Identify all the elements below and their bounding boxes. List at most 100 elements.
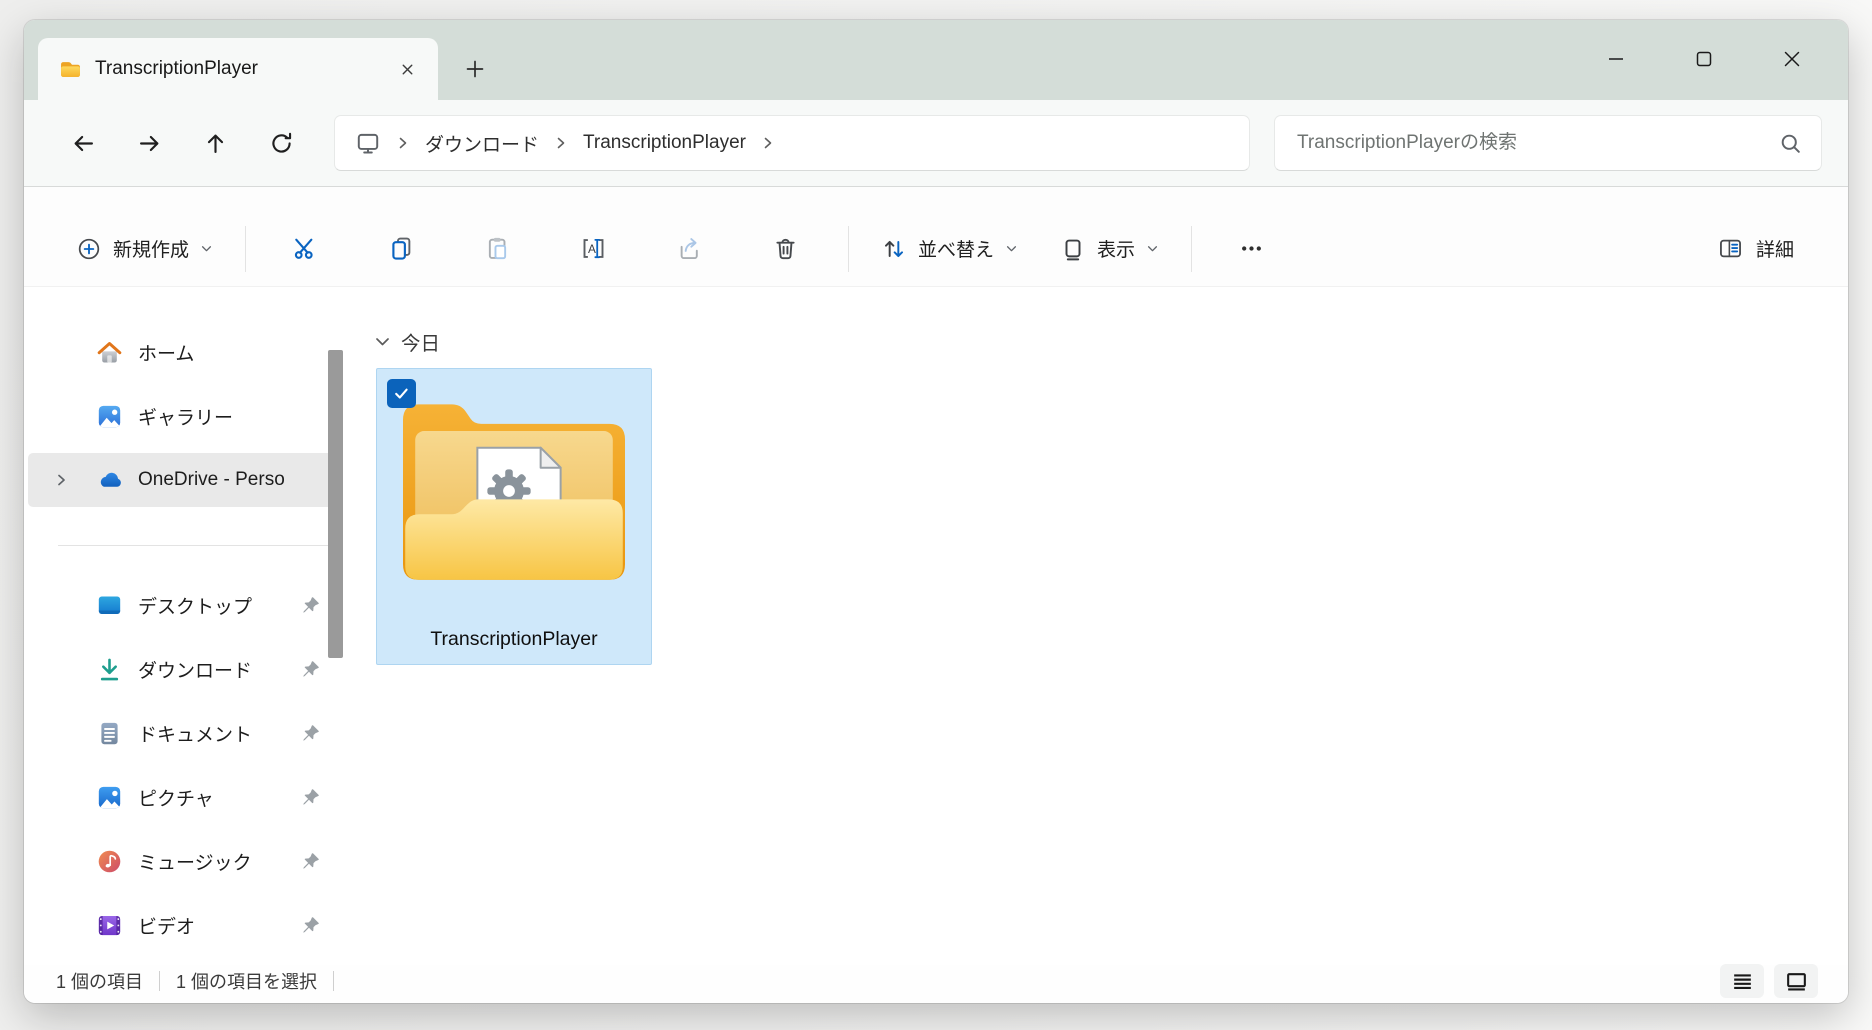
pin-icon bbox=[302, 852, 320, 870]
navigation-pane: ホーム ギャラリー bbox=[24, 287, 364, 965]
view-toggles bbox=[1720, 964, 1818, 998]
more-options-button[interactable] bbox=[1218, 220, 1284, 278]
monitor-icon bbox=[355, 130, 381, 156]
address-bar[interactable]: ダウンロード TranscriptionPlayer bbox=[334, 115, 1250, 171]
cut-button[interactable] bbox=[272, 220, 338, 278]
sort-icon bbox=[881, 236, 907, 262]
close-icon bbox=[1779, 46, 1805, 72]
sidebar-item-gallery[interactable]: ギャラリー bbox=[28, 389, 334, 443]
pictures-icon bbox=[96, 784, 123, 811]
gallery-icon bbox=[96, 403, 123, 430]
chevron-right-icon bbox=[762, 136, 774, 150]
sidebar-scrollbar[interactable] bbox=[328, 350, 343, 658]
new-item-label: 新規作成 bbox=[113, 235, 189, 262]
new-tab-button[interactable] bbox=[452, 46, 498, 92]
search-input[interactable] bbox=[1297, 132, 1778, 154]
sidebar-item-downloads[interactable]: ダウンロード bbox=[28, 642, 334, 696]
breadcrumb-current-folder[interactable]: TranscriptionPlayer bbox=[583, 132, 746, 154]
pin-icon bbox=[302, 660, 320, 678]
file-item-transcriptionplayer[interactable]: TranscriptionPlayer bbox=[376, 368, 652, 665]
close-button[interactable] bbox=[1748, 32, 1836, 86]
close-icon bbox=[399, 61, 416, 78]
breadcrumb-downloads[interactable]: ダウンロード bbox=[425, 130, 539, 157]
sidebar-item-music[interactable]: ミュージック bbox=[28, 834, 334, 888]
selection-count: 1 個の項目を選択 bbox=[176, 968, 317, 994]
group-header-today[interactable]: 今日 bbox=[372, 326, 1848, 356]
item-name: TranscriptionPlayer bbox=[430, 628, 597, 651]
pin-icon bbox=[302, 596, 320, 614]
folder-icon bbox=[60, 61, 81, 78]
desktop-icon bbox=[96, 592, 123, 619]
sidebar-item-label: ドキュメント bbox=[138, 720, 302, 747]
group-label: 今日 bbox=[401, 327, 440, 356]
forward-icon bbox=[136, 130, 163, 157]
chevron-right-icon bbox=[555, 136, 567, 150]
maximize-button[interactable] bbox=[1660, 32, 1748, 86]
sort-label: 並べ替え bbox=[918, 235, 994, 262]
sidebar-item-label: ホーム bbox=[138, 339, 334, 366]
sidebar-item-home[interactable]: ホーム bbox=[28, 325, 334, 379]
chevron-down-icon bbox=[200, 242, 213, 255]
back-button[interactable] bbox=[54, 115, 112, 171]
music-icon bbox=[96, 848, 123, 875]
divider bbox=[1191, 226, 1192, 272]
tab-title: TranscriptionPlayer bbox=[95, 58, 376, 80]
paste-button[interactable] bbox=[464, 220, 530, 278]
item-count: 1 個の項目 bbox=[56, 968, 143, 994]
chevron-down-icon[interactable] bbox=[374, 333, 391, 350]
videos-icon bbox=[96, 912, 123, 939]
more-icon bbox=[1238, 235, 1265, 262]
sidebar-item-label: OneDrive - Perso bbox=[138, 469, 334, 491]
divider bbox=[333, 971, 334, 991]
sidebar-item-label: ビデオ bbox=[138, 912, 302, 939]
up-button[interactable] bbox=[186, 115, 244, 171]
view-button[interactable]: 表示 bbox=[1054, 220, 1165, 278]
sort-button[interactable]: 並べ替え bbox=[875, 220, 1024, 278]
sidebar-item-desktop[interactable]: デスクトップ bbox=[28, 578, 334, 632]
list-view-button[interactable] bbox=[1720, 964, 1764, 998]
delete-icon bbox=[772, 235, 799, 262]
content-area: ホーム ギャラリー bbox=[24, 287, 1848, 965]
sidebar-item-documents[interactable]: ドキュメント bbox=[28, 706, 334, 760]
chevron-right-icon bbox=[397, 136, 409, 150]
navigation-bar: ダウンロード TranscriptionPlayer bbox=[24, 100, 1848, 186]
pin-icon bbox=[302, 916, 320, 934]
new-item-button[interactable]: 新規作成 bbox=[70, 220, 219, 278]
paste-icon bbox=[484, 235, 511, 262]
details-pane-icon bbox=[1717, 235, 1744, 262]
explorer-tab[interactable]: TranscriptionPlayer bbox=[38, 38, 438, 100]
sidebar-item-label: ミュージック bbox=[138, 848, 302, 875]
item-checkbox[interactable] bbox=[387, 379, 416, 408]
details-pane-button[interactable]: 詳細 bbox=[1709, 220, 1802, 278]
file-list-area[interactable]: 今日 bbox=[364, 287, 1848, 965]
file-explorer-window: TranscriptionPlayer bbox=[24, 20, 1848, 1003]
new-item-icon bbox=[76, 236, 102, 262]
copy-button[interactable] bbox=[368, 220, 434, 278]
search-icon[interactable] bbox=[1778, 131, 1803, 156]
command-bar: 新規作成 A bbox=[24, 187, 1848, 287]
window-controls bbox=[1572, 32, 1836, 86]
refresh-button[interactable] bbox=[252, 115, 310, 171]
minimize-button[interactable] bbox=[1572, 32, 1660, 86]
sidebar-item-onedrive[interactable]: OneDrive - Perso bbox=[28, 453, 334, 507]
view-label: 表示 bbox=[1097, 235, 1135, 262]
status-bar: 1 個の項目 1 個の項目を選択 bbox=[24, 965, 1848, 1003]
sidebar-item-label: ギャラリー bbox=[138, 403, 334, 430]
forward-button[interactable] bbox=[120, 115, 178, 171]
refresh-icon bbox=[268, 130, 295, 157]
chevron-down-icon bbox=[1005, 242, 1018, 255]
list-view-icon bbox=[1730, 969, 1755, 994]
sidebar-item-videos[interactable]: ビデオ bbox=[28, 898, 334, 952]
tab-close-button[interactable] bbox=[390, 52, 424, 86]
thumbnail-view-button[interactable] bbox=[1774, 964, 1818, 998]
divider bbox=[159, 971, 160, 991]
sidebar-item-pictures[interactable]: ピクチャ bbox=[28, 770, 334, 824]
chevron-right-icon[interactable] bbox=[54, 472, 69, 488]
downloads-icon bbox=[96, 656, 123, 683]
delete-button[interactable] bbox=[752, 220, 818, 278]
share-button[interactable] bbox=[656, 220, 722, 278]
rename-button[interactable]: A bbox=[560, 220, 626, 278]
up-icon bbox=[202, 130, 229, 157]
search-box bbox=[1274, 115, 1822, 171]
view-icon bbox=[1060, 236, 1086, 262]
